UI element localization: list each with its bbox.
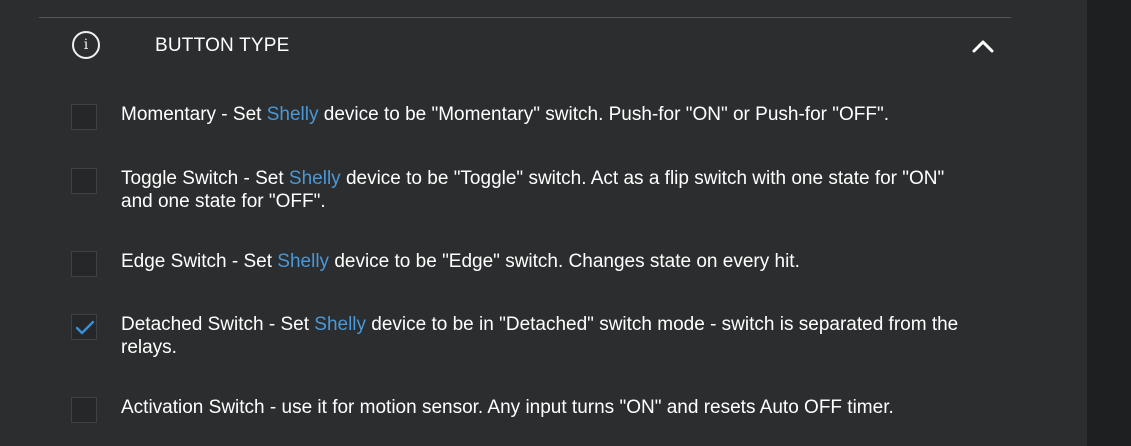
section-title: BUTTON TYPE — [155, 35, 290, 56]
shelly-link[interactable]: Shelly — [267, 104, 319, 125]
option-label: Edge Switch - Set Shelly device to be "E… — [121, 250, 981, 273]
option-prefix: Momentary - Set — [121, 104, 267, 125]
chevron-up-icon[interactable] — [971, 36, 995, 54]
checkbox-momentary[interactable] — [71, 104, 97, 130]
checkbox-toggle-switch[interactable] — [71, 168, 97, 194]
option-suffix: device to be "Edge" switch. Changes stat… — [329, 251, 800, 272]
checkbox-edge-switch[interactable] — [71, 251, 97, 277]
option-label: Detached Switch - Set Shelly device to b… — [121, 313, 981, 359]
option-prefix: Detached Switch - Set — [121, 314, 315, 335]
shelly-link[interactable]: Shelly — [289, 168, 341, 189]
option-prefix: Toggle Switch - Set — [121, 168, 289, 189]
scrollbar-track[interactable] — [1087, 0, 1131, 446]
option-label: Toggle Switch - Set Shelly device to be … — [121, 167, 981, 213]
option-label: Momentary - Set Shelly device to be "Mom… — [121, 103, 981, 126]
settings-panel: i BUTTON TYPE Momentary - Set Shelly dev… — [0, 0, 1131, 446]
option-prefix: Activation Switch - use it for motion se… — [121, 397, 894, 418]
option-suffix: device to be "Momentary" switch. Push-fo… — [318, 104, 889, 125]
info-icon: i — [72, 31, 100, 59]
option-label: Activation Switch - use it for motion se… — [121, 396, 981, 419]
button-type-section-header[interactable]: i BUTTON TYPE — [39, 18, 1011, 74]
checkmark-icon — [75, 320, 95, 335]
checkbox-activation-switch[interactable] — [71, 397, 97, 423]
checkbox-detached-switch[interactable] — [71, 314, 97, 340]
option-prefix: Edge Switch - Set — [121, 251, 278, 272]
shelly-link[interactable]: Shelly — [314, 314, 366, 335]
shelly-link[interactable]: Shelly — [277, 251, 329, 272]
